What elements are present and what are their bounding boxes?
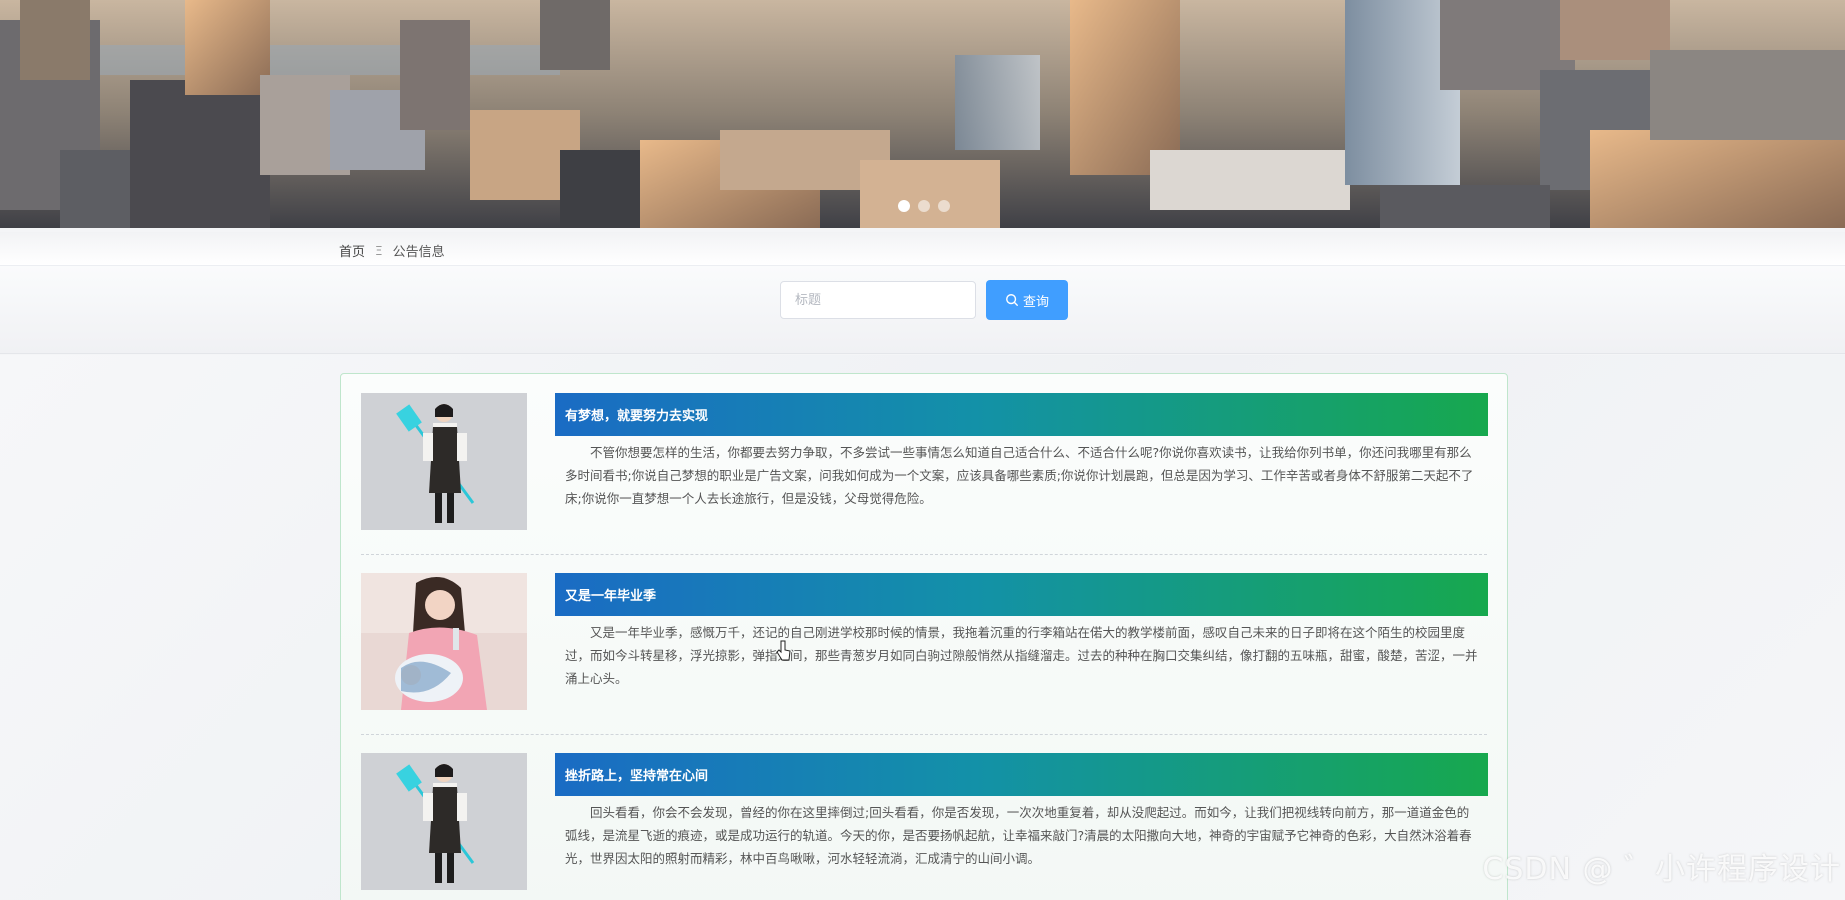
carousel-dots [898,200,950,212]
search-button[interactable]: 查询 [986,280,1068,320]
search-section: 查询 [0,266,1845,354]
notice-summary: 不管你想要怎样的生活，你都要去努力争取，不多尝试一些事情怎么知道自己适合什么、不… [565,445,1474,506]
notice-title-bar[interactable]: 又是一年毕业季 [555,573,1488,616]
notice-list: 有梦想，就要努力去实现 不管你想要怎样的生活，你都要去努力争取，不多尝试一些事情… [340,373,1508,900]
notice-title: 又是一年毕业季 [565,589,657,604]
breadcrumb-current: 公告信息 [392,245,445,260]
search-icon [1006,294,1018,306]
notice-thumbnail[interactable] [361,573,527,710]
cleaner-woman-image [361,753,527,890]
city-skyline-image [0,0,1845,228]
carousel-dot-1[interactable] [898,200,910,212]
notice-title-bar[interactable]: 挫折路上，坚持常在心间 [555,753,1488,796]
notice-summary: 回头看看，你会不会发现，曾经的你在这里摔倒过;回头看看，你是否发现，一次次地重复… [565,805,1472,866]
breadcrumb-separator-icon: Ξ [375,243,383,258]
title-search-input[interactable] [780,281,976,319]
woman-with-baby-image [361,573,527,710]
notice-item[interactable]: 有梦想，就要努力去实现 不管你想要怎样的生活，你都要去努力争取，不多尝试一些事情… [361,393,1488,555]
hero-banner[interactable] [0,0,1845,228]
cleaner-woman-image [361,393,527,530]
notice-title: 挫折路上，坚持常在心间 [565,769,709,784]
watermark-text: CSDN @ ゛小许程序设计 [1482,852,1841,887]
notice-item[interactable]: 又是一年毕业季 又是一年毕业季，感慨万千，还记的自己刚进学校那时候的情景，我拖着… [361,573,1488,735]
breadcrumb-home-link[interactable]: 首页 [339,241,365,260]
breadcrumb-bar: 首页 Ξ 公告信息 [0,232,1845,266]
notice-thumbnail[interactable] [361,753,527,890]
search-button-label: 查询 [1022,294,1049,310]
hand-pointer-cursor-icon [776,640,791,661]
notice-title-bar[interactable]: 有梦想，就要努力去实现 [555,393,1488,436]
breadcrumb: 首页 Ξ 公告信息 [339,241,445,261]
notice-thumbnail[interactable] [361,393,527,530]
carousel-dot-2[interactable] [918,200,930,212]
carousel-dot-3[interactable] [938,200,950,212]
notice-summary: 又是一年毕业季，感慨万千，还记的自己刚进学校那时候的情景，我拖着沉重的行李箱站在… [565,625,1478,686]
notice-item[interactable]: 挫折路上，坚持常在心间 回头看看，你会不会发现，曾经的你在这里摔倒过;回头看看，… [361,753,1488,893]
notice-title: 有梦想，就要努力去实现 [565,409,709,424]
